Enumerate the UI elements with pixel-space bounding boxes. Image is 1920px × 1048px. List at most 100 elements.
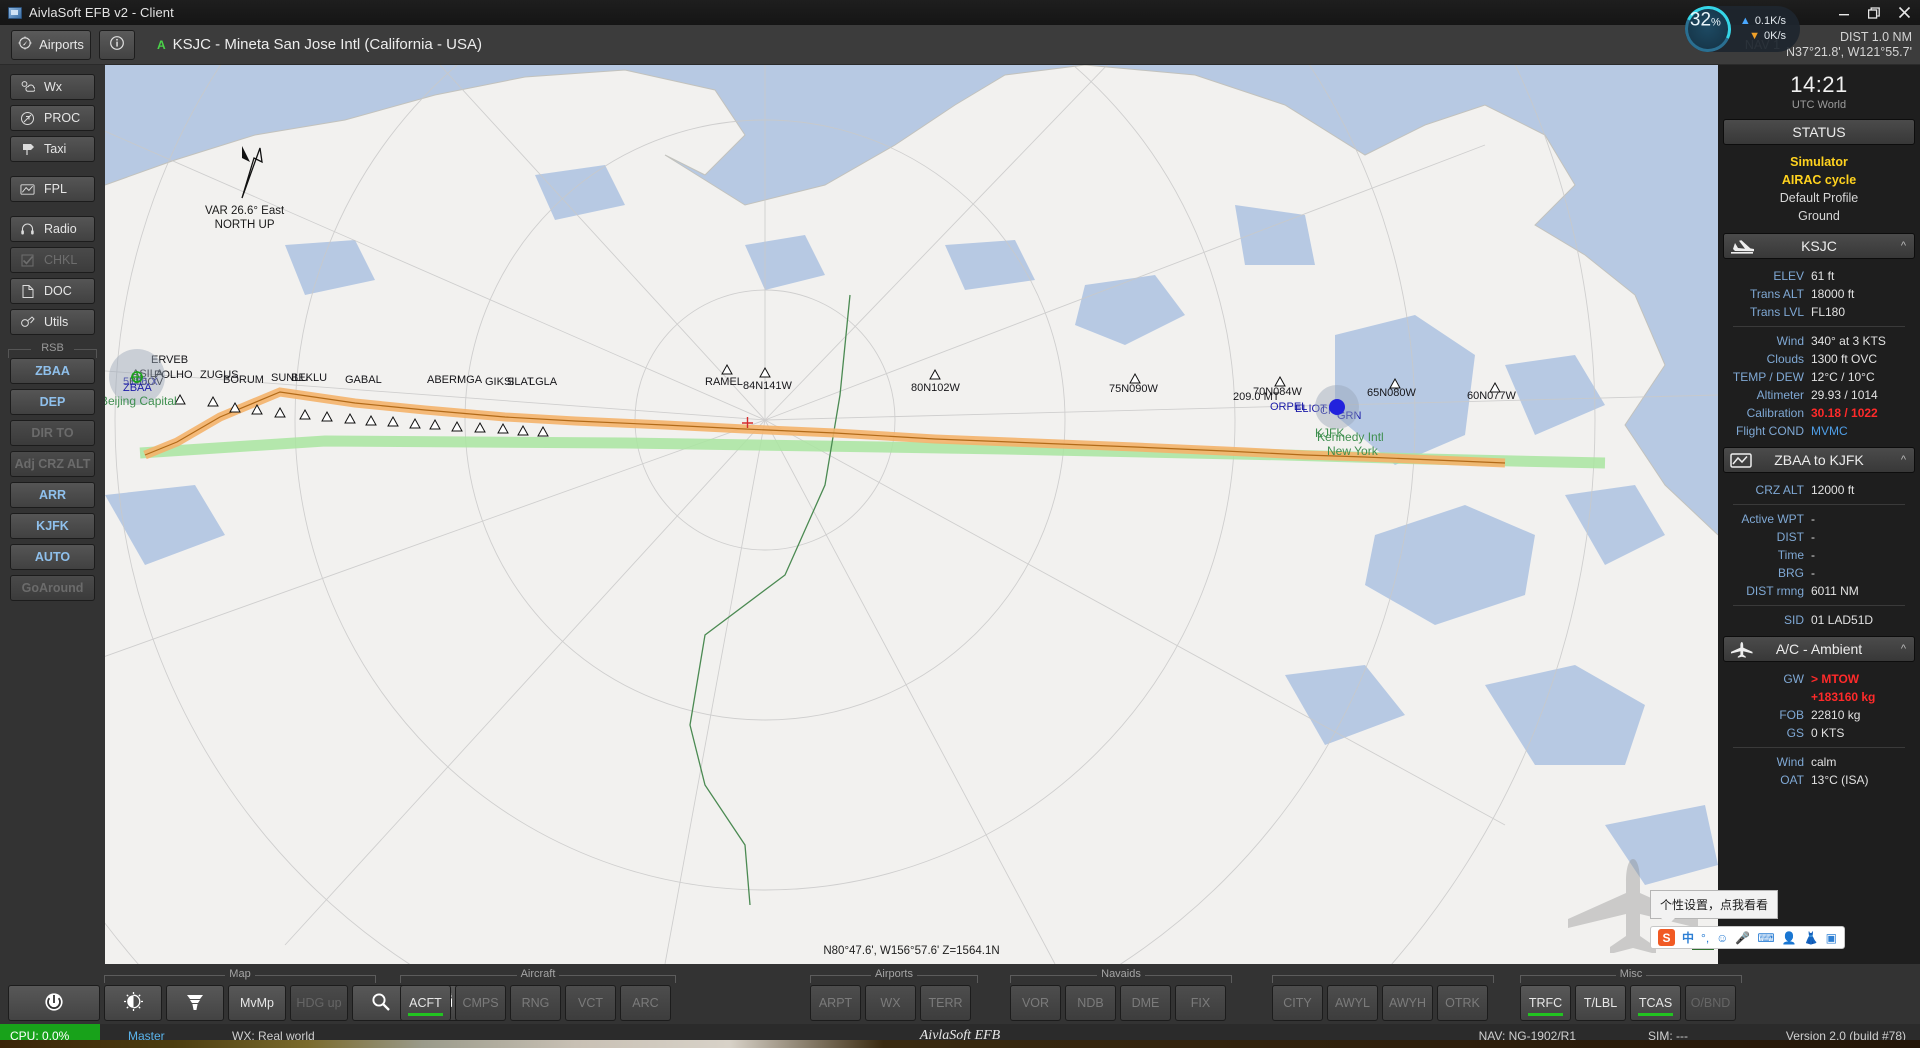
row-key: DIST rmng xyxy=(1746,584,1804,598)
airports-button[interactable]: Airports xyxy=(11,29,91,60)
map-canvas[interactable]: POLHO ERVEB ASILA BIDOV 5186 X ZUGUS BOR… xyxy=(105,65,1718,964)
toolbar-button-tlbl[interactable]: T/LBL xyxy=(1575,985,1626,1021)
minimize-icon[interactable] xyxy=(1838,7,1854,19)
toolbar-button-terr[interactable]: TERR xyxy=(920,985,971,1021)
apps-icon[interactable]: ▣ xyxy=(1826,932,1837,944)
network-speed-widget[interactable]: 32% ▲ 0.1K/s ▼ 0K/s xyxy=(1678,0,1800,59)
toolbar-button-label: TCAS xyxy=(1638,996,1673,1010)
aircraft-row: FOB 22810 kg xyxy=(1723,706,1915,724)
move-map-button[interactable]: MvMp xyxy=(228,985,286,1021)
row-value: - xyxy=(1811,512,1815,526)
map-brightness-button[interactable] xyxy=(104,985,162,1021)
toolbar-button-acft[interactable]: ACFT xyxy=(400,985,451,1021)
toolbar-button-label: AWYL xyxy=(1335,996,1370,1010)
restore-icon[interactable] xyxy=(1868,6,1884,19)
rsb-button-auto[interactable]: AUTO xyxy=(10,544,95,570)
sidebar-item-radio[interactable]: Radio xyxy=(10,216,95,242)
chevron-up-icon[interactable]: ^ xyxy=(1901,643,1906,655)
row-value: +183160 kg xyxy=(1811,690,1876,704)
row-value: calm xyxy=(1811,755,1837,769)
toolbar-button-wx[interactable]: WX xyxy=(865,985,916,1021)
toolbar-button-rng[interactable]: RNG xyxy=(510,985,561,1021)
toolbar-button-dme[interactable]: DME xyxy=(1120,985,1171,1021)
airport-panel-header[interactable]: KSJC ^ xyxy=(1723,233,1915,259)
row-value: - xyxy=(1811,548,1815,562)
clock-time: 14:21 xyxy=(1790,72,1848,97)
airport-row: TEMP / DEW 12°C / 10°C xyxy=(1723,368,1915,386)
toolbar-button-awyh[interactable]: AWYH xyxy=(1382,985,1433,1021)
chinese-mode-icon[interactable]: 中 xyxy=(1682,932,1694,944)
skin-icon[interactable]: 👗 xyxy=(1804,932,1819,944)
toolbar-button-cmps[interactable]: CMPS xyxy=(455,985,506,1021)
divider xyxy=(1733,605,1905,606)
keyboard-icon[interactable]: ⌨ xyxy=(1757,932,1774,944)
status-panel-header[interactable]: STATUS xyxy=(1723,119,1915,145)
sidebar-item-fpl[interactable]: FPL xyxy=(10,176,95,202)
toolbar-button-otrk[interactable]: OTRK xyxy=(1437,985,1488,1021)
row-key: DIST xyxy=(1776,530,1804,544)
route-panel-title: ZBAA to KJFK xyxy=(1774,452,1864,468)
airport-row: Calibration 30.18 / 1022 xyxy=(1723,404,1915,422)
window-controls xyxy=(1838,0,1914,25)
toolbar-button-city[interactable]: CITY xyxy=(1272,985,1323,1021)
toolbar-button-label: CMPS xyxy=(462,996,499,1010)
magnifier-icon xyxy=(371,992,391,1015)
ime-toolbar[interactable]: S 中 °, ☺ 🎤 ⌨ 👤 👗 ▣ xyxy=(1650,926,1845,949)
map-range-cone-button[interactable] xyxy=(166,985,224,1021)
sidebar-item-wx[interactable]: Wx xyxy=(10,74,95,100)
chevron-up-icon[interactable]: ^ xyxy=(1901,240,1906,252)
toolbar-button-label: TRFC xyxy=(1528,996,1563,1010)
sidebar-item-taxi[interactable]: Taxi xyxy=(10,136,95,162)
row-key: Flight COND xyxy=(1735,424,1804,438)
toolbar-button-vor[interactable]: VOR xyxy=(1010,985,1061,1021)
checklist-icon xyxy=(20,253,35,268)
toolbar-button-fix[interactable]: FIX xyxy=(1175,985,1226,1021)
toolbar-button-ndb[interactable]: NDB xyxy=(1065,985,1116,1021)
flightplan-icon xyxy=(1730,452,1752,472)
close-icon[interactable] xyxy=(1898,6,1914,19)
rsb-button-label: ARR xyxy=(38,488,67,502)
rsb-button-arr[interactable]: ARR xyxy=(10,482,95,508)
power-button[interactable] xyxy=(8,985,100,1021)
chevron-up-icon[interactable]: ^ xyxy=(1901,454,1906,466)
svg-text:60N077W: 60N077W xyxy=(1467,390,1517,402)
toolbar-button-tcas[interactable]: TCAS xyxy=(1630,985,1681,1021)
sidebar-item-utils[interactable]: Utils xyxy=(10,309,95,335)
sidebar-item-label: CHKL xyxy=(44,253,78,267)
punctuation-icon[interactable]: °, xyxy=(1701,932,1709,944)
toolbar-button-vct[interactable]: VCT xyxy=(565,985,616,1021)
svg-text:75N090W: 75N090W xyxy=(1109,383,1159,395)
row-value: 01 LAD51D xyxy=(1811,613,1874,627)
toolbar-button-trfc[interactable]: TRFC xyxy=(1520,985,1571,1021)
toolbar-button-label: ARC xyxy=(632,996,659,1010)
toolbar-button-awyl[interactable]: AWYL xyxy=(1327,985,1378,1021)
airport-panel-title: KSJC xyxy=(1801,238,1837,254)
rsb-fieldset: RSB xyxy=(8,342,97,358)
voice-icon[interactable]: 🎤 xyxy=(1735,932,1750,944)
app-header: Airports A KSJC - Mineta San Jose Intl (… xyxy=(0,25,1920,65)
info-icon xyxy=(109,35,125,54)
window-title: AivlaSoft EFB v2 - Client xyxy=(29,5,174,20)
right-sidebar: 14:21 UTC World STATUS Simulator AIRAC c… xyxy=(1718,65,1920,964)
route-panel-header[interactable]: ZBAA to KJFK ^ xyxy=(1723,447,1915,473)
rsb-button-dep[interactable]: DEP xyxy=(10,389,95,415)
info-button[interactable] xyxy=(99,29,135,60)
aircraft-row: GW > MTOW xyxy=(1723,670,1915,688)
toolbar-group-map: Map MvMp HDG up xyxy=(104,968,472,1021)
emoji-icon[interactable]: ☺ xyxy=(1716,932,1728,944)
sidebar-item-proc[interactable]: PROC xyxy=(10,105,95,131)
toolbar-button-arpt[interactable]: ARPT xyxy=(810,985,861,1021)
sidebar-item-doc[interactable]: DOC xyxy=(10,278,95,304)
aircraft-row: +183160 kg xyxy=(1723,688,1915,706)
toolbar-button-arc[interactable]: ARC xyxy=(620,985,671,1021)
aircraft-panel-header[interactable]: A/C - Ambient ^ xyxy=(1723,636,1915,662)
app-logo-icon xyxy=(8,6,22,19)
row-key: OAT xyxy=(1780,773,1804,787)
rsb-button-kjfk[interactable]: KJFK xyxy=(10,513,95,539)
sogou-logo-icon[interactable]: S xyxy=(1658,929,1675,946)
row-key: TEMP / DEW xyxy=(1732,370,1804,384)
svg-text:80N102W: 80N102W xyxy=(911,382,961,394)
tools-icon xyxy=(20,315,35,330)
user-icon[interactable]: 👤 xyxy=(1782,932,1797,944)
rsb-button-zbaa[interactable]: ZBAA xyxy=(10,358,95,384)
